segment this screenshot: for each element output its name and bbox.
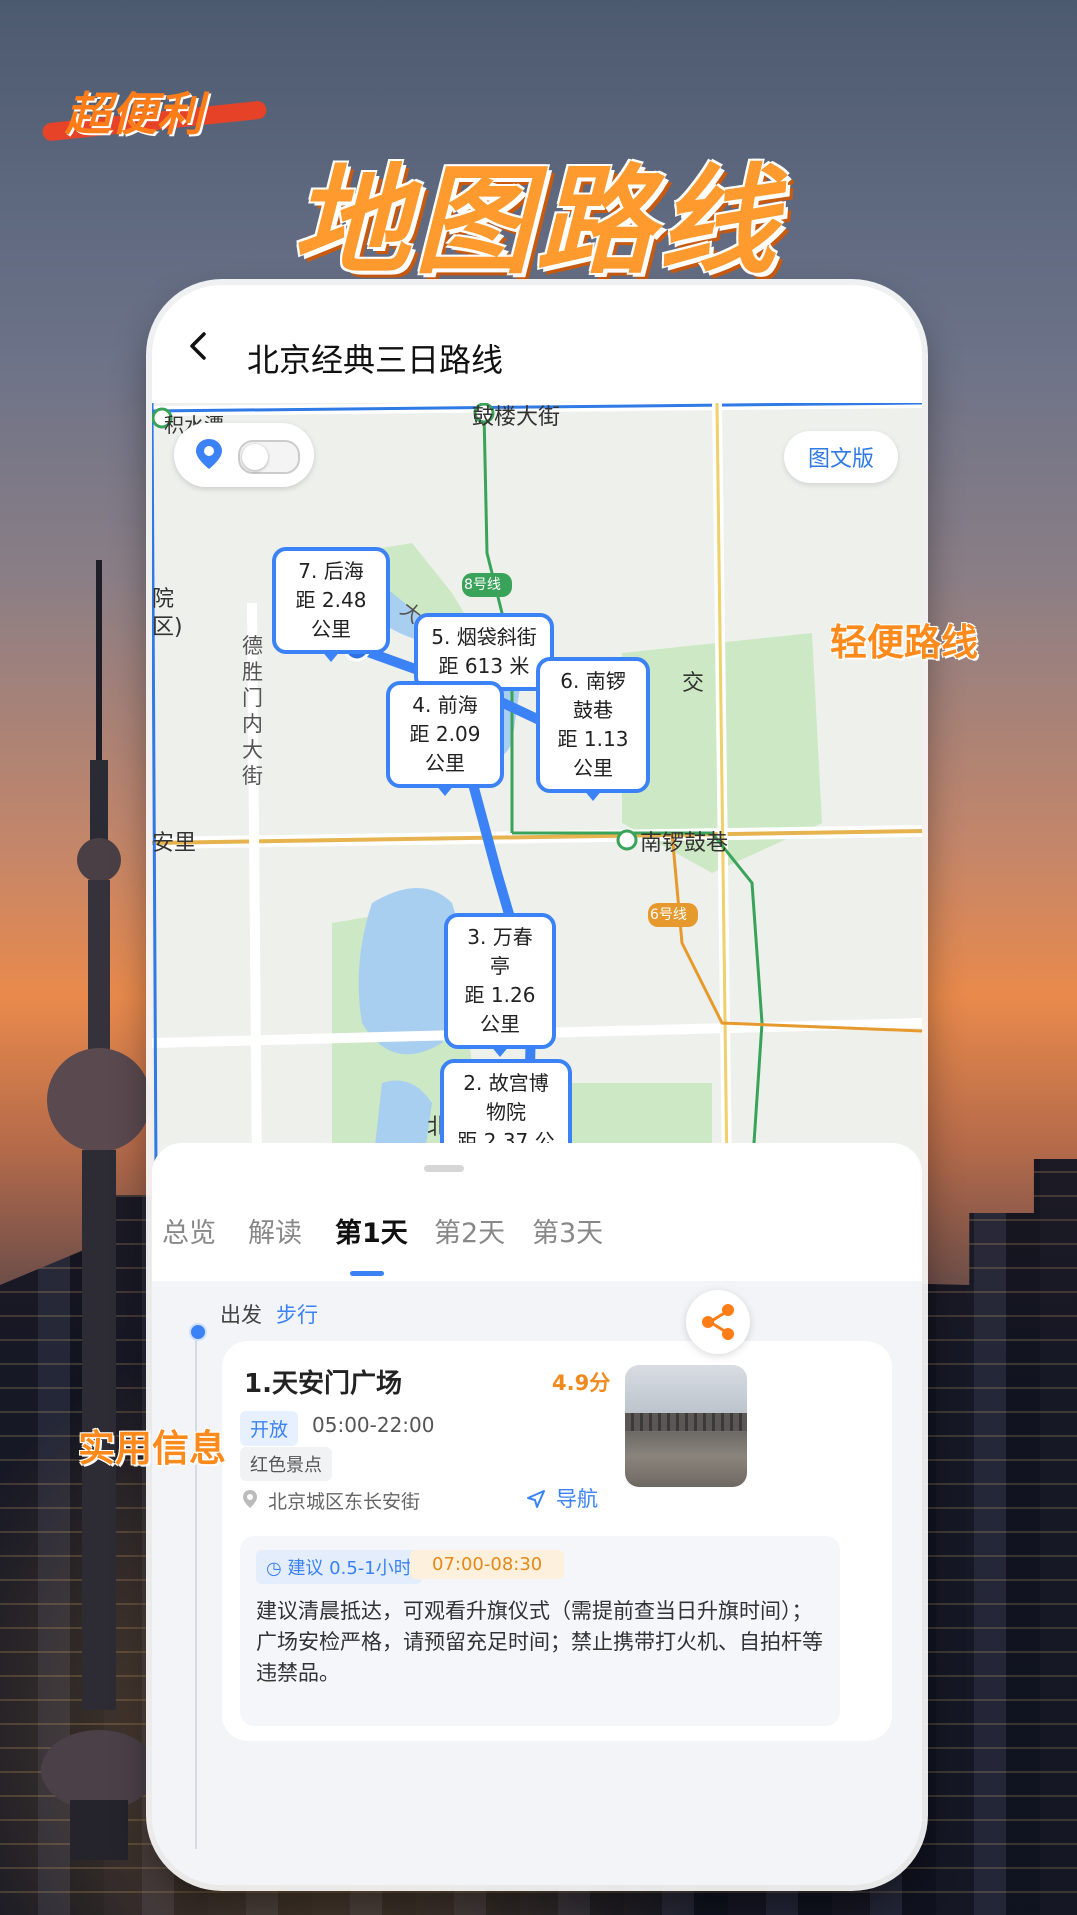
poi-address: 北京城区东长安街 [268,1491,421,1513]
navigate-icon[interactable] [526,1489,546,1509]
stop-distance: 距 613 米 [438,654,530,678]
map-layer-toggle[interactable] [174,423,314,487]
promo-tag: 超便利 [65,87,203,141]
toggle-switch[interactable] [238,440,300,474]
map-label-deshengmen: 德胜门内大街 [242,634,263,788]
promo-headline: 地图路线 [292,152,781,290]
stop-name: 6. 南锣鼓巷 [560,669,626,722]
stop-name: 3. 万春亭 [467,925,533,978]
stop-distance: 距 2.48 公里 [295,588,367,641]
map-stop-6[interactable]: 6. 南锣鼓巷 距 1.13 公里 [536,657,650,801]
route-map[interactable]: 鼓楼大街 积水潭 8号线 6号线 德胜门内大街 安里 南锣鼓巷 交 大街 院 区… [152,403,922,1173]
map-stop-5[interactable]: 5. 烟袋斜街 距 613 米 [414,613,554,699]
timeline-dot [189,1323,207,1341]
light-route-label: 轻便路线 [830,621,978,664]
map-label-gulou: 鼓楼大街 [472,405,561,430]
text-mode-button[interactable]: 图文版 [783,431,898,483]
map-stop-7[interactable]: 7. 后海 距 2.48 公里 [272,547,390,662]
navigate-button[interactable]: 导航 [556,1483,598,1513]
tv-tower-illustration [41,560,157,1860]
suggested-duration-tag: ◷ 建议 0.5-1小时 [256,1550,422,1584]
map-label-line8: 8号线 [464,577,501,593]
map-stop-4[interactable]: 4. 前海 距 2.09 公里 [386,681,504,796]
open-status-badge: 开放 [240,1411,299,1446]
back-icon[interactable] [184,331,214,361]
active-tab-indicator [350,1271,384,1276]
practical-info-label: 实用信息 [78,1427,226,1470]
itinerary-content: 出发 步行 1.天安门广场 4.9分 开放 05:00-22:00 红色景点 北… [152,1281,922,1885]
share-icon [702,1304,734,1340]
opening-hours: 05:00-22:00 [312,1413,435,1437]
map-stop-3[interactable]: 3. 万春亭 距 1.26 公里 [444,913,556,1057]
stop-name: 4. 前海 [412,693,478,717]
depart-label: 出发 [220,1303,262,1327]
tab-interpretation[interactable]: 解读 [248,1211,302,1250]
travel-mode[interactable]: 步行 [276,1299,318,1329]
stop-name: 2. 故宫博物院 [463,1071,549,1124]
stop-distance: 距 2.09 公里 [409,722,481,775]
app-header: 北京经典三日路线 [152,285,922,403]
location-pin-icon [196,439,222,469]
address-icon [243,1490,257,1508]
map-label-anli: 安里 [152,831,197,856]
tab-day3[interactable]: 第3天 [532,1211,603,1250]
stop-distance: 距 1.26 公里 [464,983,536,1036]
page-title: 北京经典三日路线 [247,341,504,379]
stop-name: 7. 后海 [298,559,364,583]
time-slot-tag: 07:00-08:30 [410,1550,565,1579]
poi-card[interactable]: 1.天安门广场 4.9分 开放 05:00-22:00 红色景点 北京城区东长安… [222,1341,892,1741]
map-label-jiao: 交 [682,671,705,696]
tip-text: 建议清晨抵达，可观看升旗仪式（需提前查当日升旗时间）；广场安检严格，请预留充足时… [256,1599,823,1685]
poi-title: 1.天安门广场 [244,1369,402,1399]
stop-distance: 距 1.13 公里 [557,727,629,780]
clock-icon: ◷ [266,1558,288,1579]
share-button[interactable] [686,1290,750,1354]
stop-name: 5. 烟袋斜街 [431,625,537,649]
category-tag: 红色景点 [240,1447,332,1481]
tab-overview[interactable]: 总览 [162,1211,216,1250]
tab-day2[interactable]: 第2天 [434,1211,505,1250]
bottom-sheet: 总览 解读 第1天 第2天 第3天 出发 步行 1.天安门广场 4.9分 开放 … [152,1143,922,1885]
tab-day1[interactable]: 第1天 [335,1211,408,1250]
poi-score: 4.9分 [552,1371,611,1395]
sheet-drag-handle[interactable] [424,1165,464,1172]
phone-screen: 北京经典三日路线 鼓楼大街 8号线 6号线 德胜门内大街 安里 南锣鼓巷 交 院… [152,285,922,1885]
day-tabs: 总览 解读 第1天 第2天 第3天 [152,1203,922,1278]
map-label-nanluoguxiang-station: 南锣鼓巷 [640,831,729,856]
map-label-qu: 区) [152,615,183,640]
timeline-line [195,1329,197,1849]
visit-tip: ◷ 建议 0.5-1小时 07:00-08:30 建议清晨抵达，可观看升旗仪式（… [240,1536,840,1726]
map-label-line6: 6号线 [650,907,687,923]
poi-thumbnail[interactable] [625,1365,747,1487]
